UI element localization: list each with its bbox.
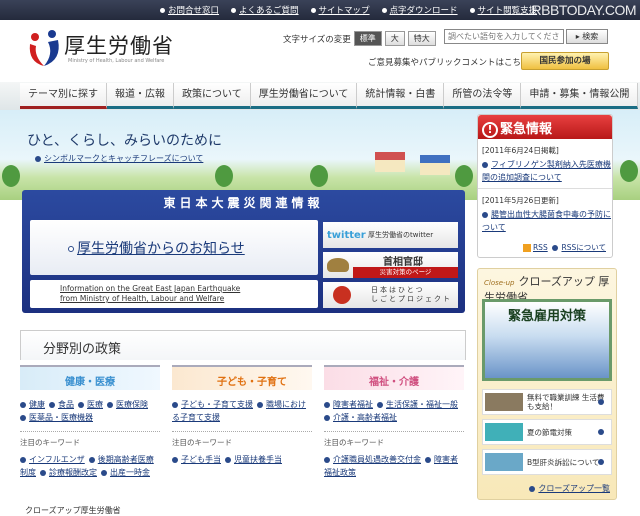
keyword-link[interactable]: 児童扶養手当 [234, 455, 282, 464]
project-logo-icon [333, 286, 351, 304]
font-size-standard[interactable]: 標準 [353, 31, 382, 46]
twitter-logo-icon: twitter [327, 230, 366, 241]
policy-column-welfare: 福祉・介護 障害者福祉 生活保護・福祉一般介護・高齢者福祉 注目のキーワード 介護… [324, 365, 464, 479]
keyword-label: 注目のキーワード [20, 438, 80, 447]
keyword-link[interactable]: 子ども手当 [181, 455, 221, 464]
closeup-title: Close-up クローズアップ 厚生労働省 [484, 275, 610, 304]
top-utility-bar: お問合せ窓口 よくあるご質問 サイトマップ 点字ダウンロード サイト閲覧支援 R… [0, 0, 640, 20]
policy-link[interactable]: 子ども・子育て支援 [181, 400, 253, 409]
policy-link[interactable]: 食品 [58, 400, 74, 409]
topbar-link-faq[interactable]: よくあるご質問 [231, 4, 299, 16]
emergency-date: [2011年5月26日更新] [482, 196, 559, 205]
nav-applications[interactable]: 申請・募集・情報公開 [521, 83, 639, 109]
kantei-emblem-icon [327, 258, 349, 272]
topbar-link-sitemap[interactable]: サイトマップ [310, 4, 370, 16]
keyword-link[interactable]: 介護職員処遇改善交付金 [333, 455, 421, 464]
earthquake-info-panel: 東日本大震災関連情報 厚生労働省からのお知らせ Information on t… [22, 190, 465, 313]
keyword-link[interactable]: 出産一時金 [110, 468, 150, 477]
emergency-link[interactable]: フィブリノゲン製剤納入先医療機関の追加調査について [482, 158, 612, 184]
emergency-link[interactable]: 腸管出血性大腸菌食中毒の予防について [482, 208, 612, 234]
site-logo[interactable]: 厚生労働省 Ministry of Health, Labour and Wel… [26, 28, 173, 71]
policy-link[interactable]: 介護・高齢者福祉 [333, 413, 397, 422]
closeup-list-link[interactable]: クローズアップ一覧 [529, 483, 610, 494]
closeup-item[interactable]: 夏の節電対策 [482, 419, 612, 445]
policy-link[interactable]: 障害者福祉 [333, 400, 373, 409]
nav-statistics[interactable]: 統計情報・白書 [357, 83, 445, 109]
rss-link[interactable]: RSS [533, 243, 548, 252]
closeup-item[interactable]: 無料で職業訓練 生活費も支給！ [482, 389, 612, 415]
participation-button[interactable]: 国民参加の場 [521, 52, 609, 70]
search-button[interactable]: ▸ 検索 [566, 29, 608, 44]
hero-catchphrase: ひと、くらし、みらいのために [27, 133, 223, 149]
font-size-large[interactable]: 大 [384, 31, 405, 46]
nav-press[interactable]: 報道・広報 [107, 83, 174, 109]
nav-about[interactable]: 厚生労働省について [250, 83, 358, 109]
policy-title: 分野別の政策 [20, 330, 466, 360]
opinion-text: ご意見募集やパブリックコメントはこちら [368, 58, 530, 68]
rss-about-link[interactable]: RSSについて [561, 243, 606, 252]
font-size-xlarge[interactable]: 特大 [407, 31, 436, 46]
topbar-link-contact[interactable]: お問合せ窓口 [160, 4, 219, 16]
nav-theme[interactable]: テーマ別に探す [20, 83, 107, 109]
employment-banner[interactable]: 緊急雇用対策 [482, 299, 612, 381]
search-input[interactable] [444, 29, 564, 44]
nav-policy[interactable]: 政策について [174, 83, 251, 109]
mhlw-notice-link[interactable]: 厚生労働省からのお知らせ [30, 220, 318, 275]
emergency-header: ! 緊急情報 [478, 115, 612, 139]
emergency-date: [2011年6月24日掲載] [482, 146, 559, 155]
policy-link[interactable]: 健康 [29, 400, 45, 409]
topbar-link-braille[interactable]: 点字ダウンロード [381, 4, 458, 16]
policy-link[interactable]: 生活保護・福祉一般 [386, 400, 458, 409]
keyword-label: 注目のキーワード [172, 438, 232, 447]
policy-link[interactable]: 医薬品・医療機器 [29, 413, 93, 422]
alert-icon: ! [482, 122, 498, 138]
keyword-link[interactable]: 診療報酬改定 [49, 468, 97, 477]
font-size-switcher: 文字サイズの変更 標準大特大 [283, 31, 436, 46]
closeup-heading-bottom: クローズアップ厚生労働省 [25, 506, 121, 515]
rss-icon [522, 244, 531, 252]
closeup-item[interactable]: B型肝炎訴訟について [482, 449, 612, 475]
policy-link[interactable]: 医療 [87, 400, 103, 409]
hero-symbol-link[interactable]: シンボルマークとキャッチフレーズについて [35, 153, 203, 164]
site-title: 厚生労働省 [64, 34, 174, 58]
column-heading: 健康・医療 [20, 365, 160, 390]
closeup-box: Close-up クローズアップ 厚生労働省 緊急雇用対策 無料で職業訓練 生活費… [477, 268, 617, 500]
policy-column-health: 健康・医療 健康 食品 医療 医療保険医薬品・医療機器 注目のキーワード インフルエン… [20, 365, 160, 479]
policy-column-children: 子ども・子育て 子ども・子育て支援 職場における子育て支援 注目のキーワード 子ど… [172, 365, 312, 466]
topbar-link-accessibility[interactable]: サイト閲覧支援 [469, 4, 537, 16]
policy-section: 分野別の政策 健康・医療 健康 食品 医療 医療保険医薬品・医療機器 注目のキーワード… [20, 330, 466, 512]
column-heading: 子ども・子育て [172, 365, 312, 390]
policy-link[interactable]: 医療保険 [116, 400, 148, 409]
twitter-link[interactable]: twitter 厚生労働省のtwitter [323, 222, 458, 248]
font-size-label: 文字サイズの変更 [283, 34, 351, 45]
keyword-label: 注目のキーワード [324, 438, 384, 447]
watermark: RBBTODAY.COM [531, 2, 637, 18]
english-info-link[interactable]: Information on the Great East Japan Eart… [30, 280, 318, 308]
nav-laws[interactable]: 所管の法令等 [444, 83, 522, 109]
column-heading: 福祉・介護 [324, 365, 464, 390]
site-subtitle: Ministry of Health, Labour and Welfare [68, 58, 165, 64]
kantei-disaster-link[interactable]: 首相官邸 災害対策のページ [323, 252, 458, 278]
emergency-info-box: ! 緊急情報 [2011年6月24日掲載] フィブリノゲン製剤納入先医療機関の追加… [477, 114, 613, 258]
mhlw-logo-icon [29, 30, 59, 66]
earthquake-title: 東日本大震災関連情報 [163, 196, 324, 210]
keyword-link[interactable]: インフルエンザ [29, 455, 85, 464]
shigoto-project-link[interactable]: 日本はひとつ しごとプロジェクト [323, 282, 458, 308]
global-nav: テーマ別に探す 報道・広報 政策について 厚生労働省について 統計情報・白書 所… [0, 82, 640, 110]
